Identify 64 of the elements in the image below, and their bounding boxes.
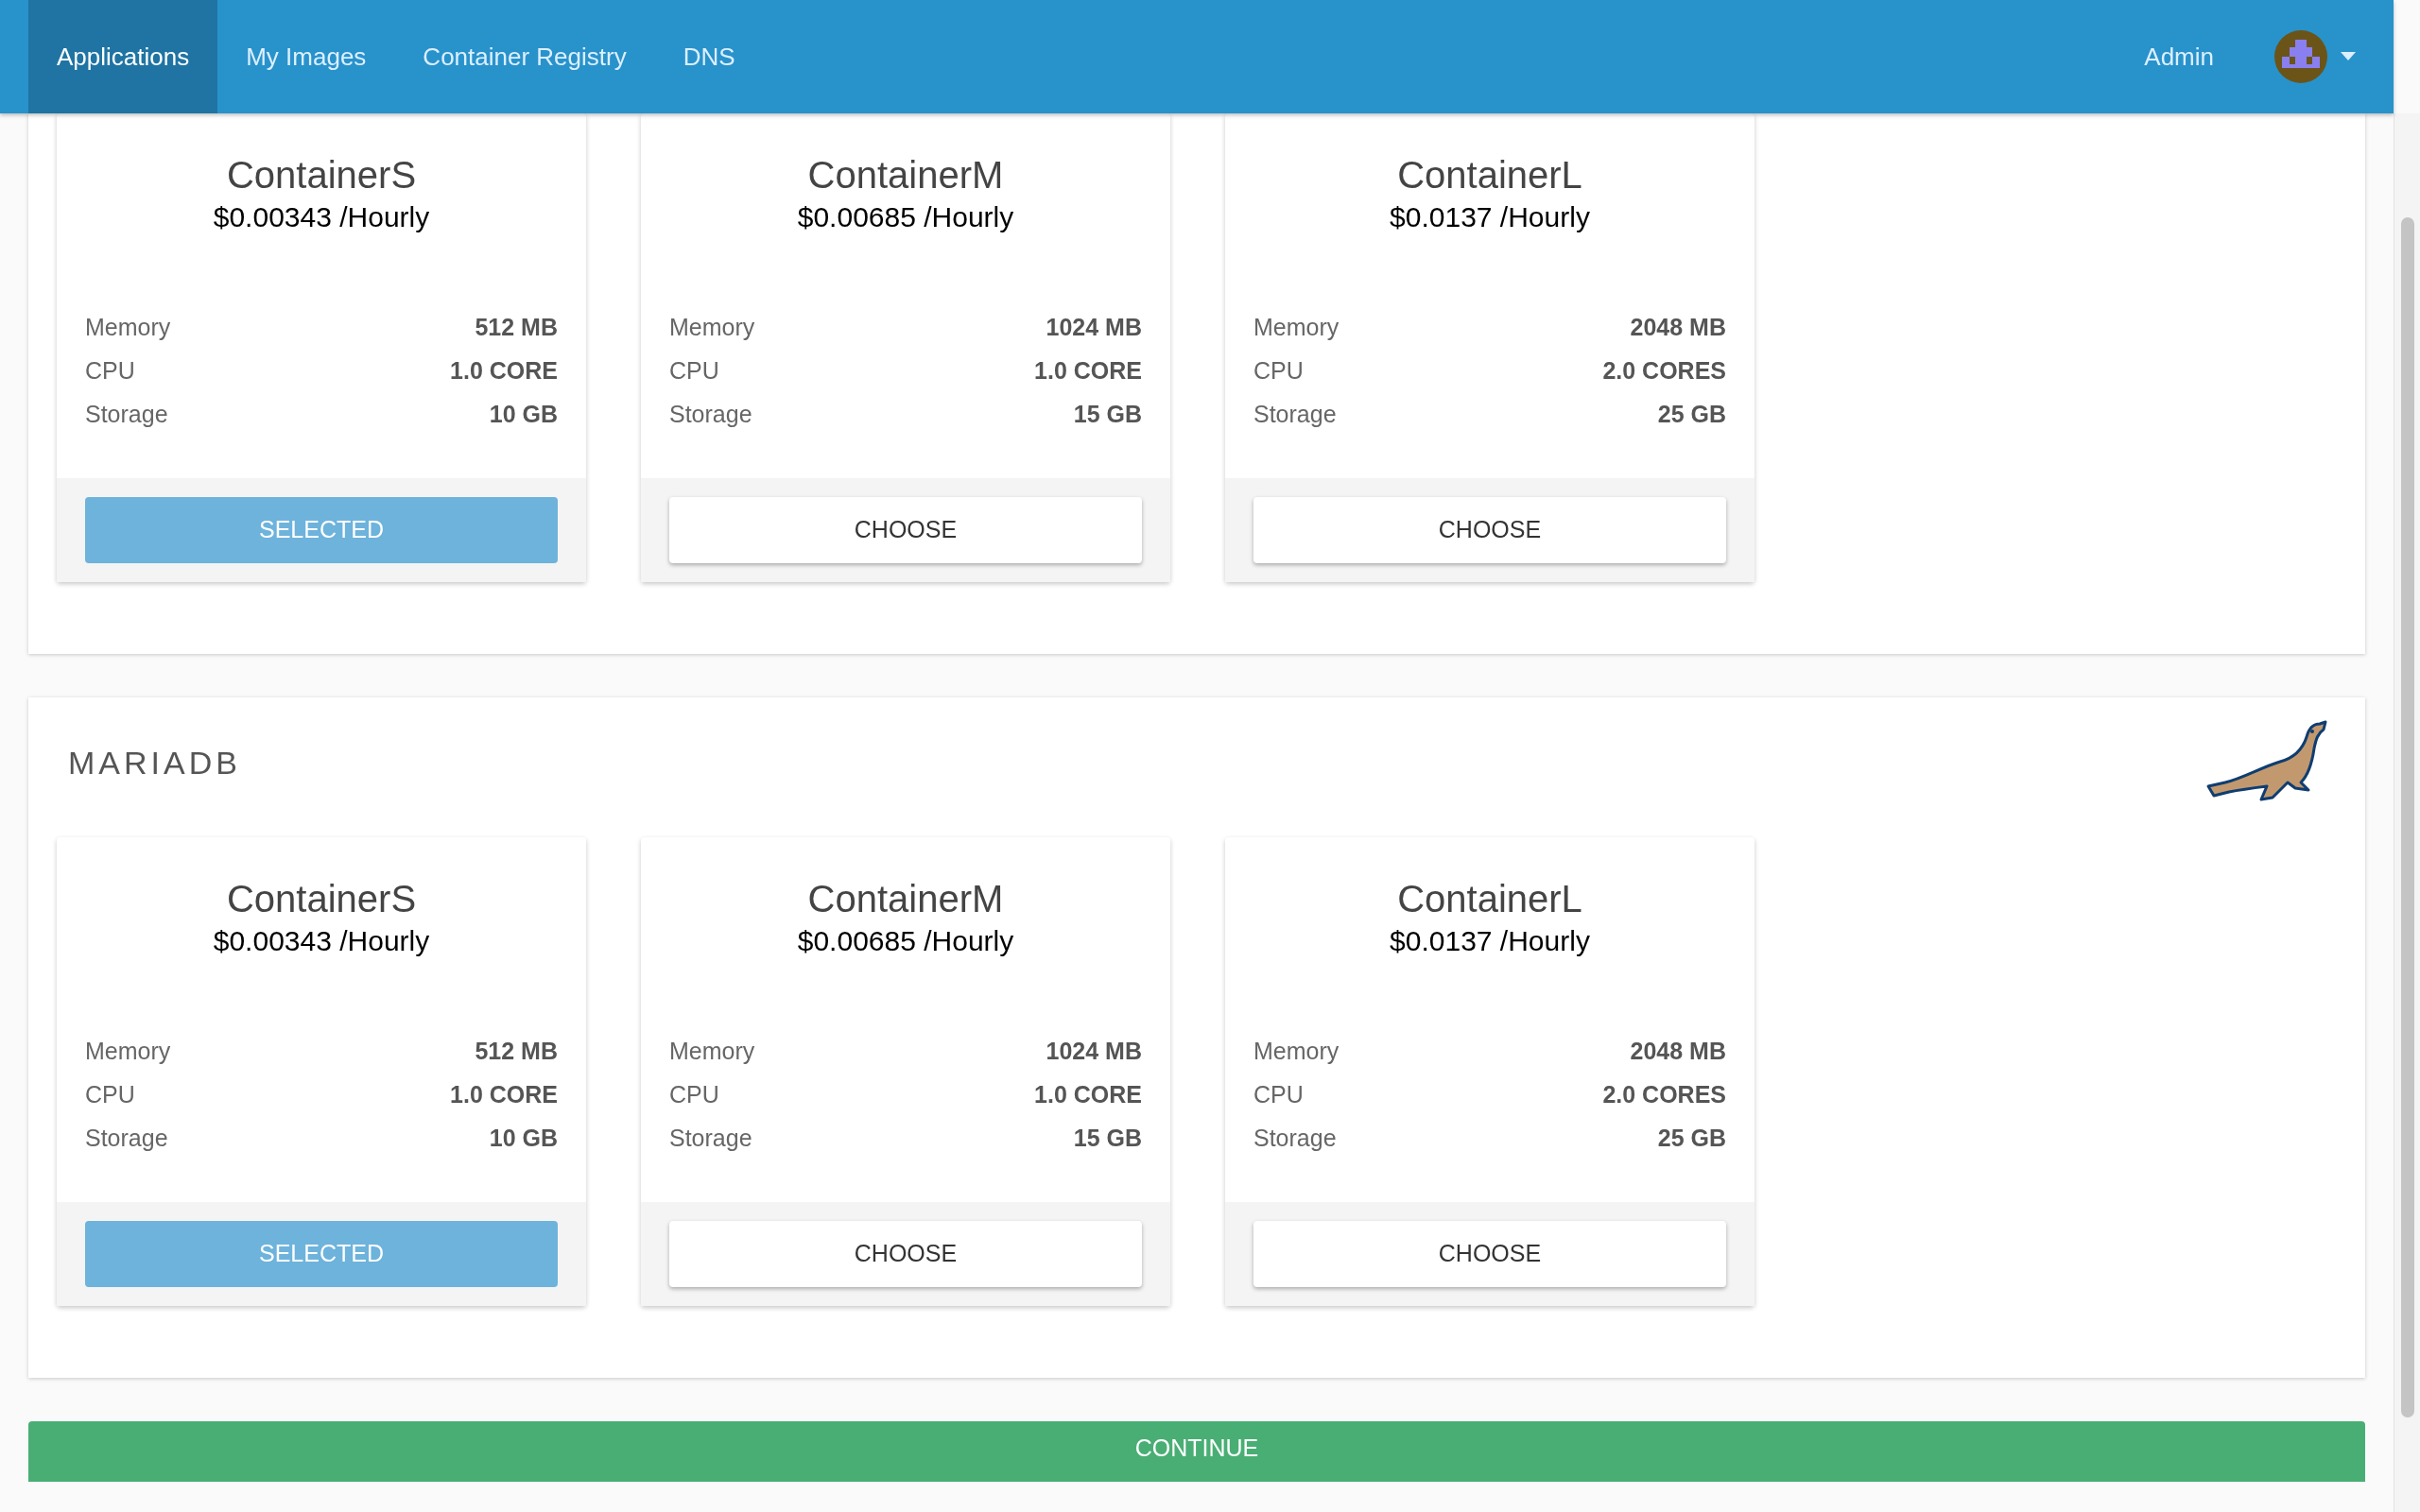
spec-value: 15 GB [1073,1124,1142,1153]
plan-name: ContainerM [807,877,1004,921]
nav-tab[interactable]: Applications [28,0,218,113]
spec-value: 1.0 CORE [1034,356,1142,386]
spec-label: Storage [669,400,752,429]
spec-value: 1.0 CORE [450,1080,558,1109]
plan-name: ContainerM [807,153,1004,198]
spec-label: Memory [85,1037,171,1066]
section-title: MARIADB [68,743,241,782]
spec-label: Memory [669,1037,755,1066]
spec-value: 1024 MB [1046,313,1142,342]
spec-value: 2048 MB [1630,1037,1726,1066]
selected-button[interactable]: SELECTED [85,1221,558,1287]
plan-name: ContainerS [226,153,417,198]
spec-label: Storage [85,1124,168,1153]
nav-tab[interactable]: My Images [217,0,395,113]
plan-name: ContainerL [1397,877,1582,921]
spec-label: Storage [1253,400,1337,429]
plan-price: $0.00685 /Hourly [797,200,1014,234]
spec-value: 25 GB [1657,1124,1726,1153]
caret-icon[interactable] [2341,52,2356,61]
choose-button[interactable]: CHOOSE [1253,1221,1726,1287]
choose-button[interactable]: CHOOSE [669,1221,1142,1287]
spec-value: 15 GB [1073,400,1142,429]
plan-price: $0.00343 /Hourly [213,200,430,234]
plan-name: ContainerL [1397,153,1582,198]
choose-button[interactable]: CHOOSE [669,497,1142,563]
spec-value: 1024 MB [1046,1037,1142,1066]
spec-value: 512 MB [475,1037,558,1066]
continue-button[interactable]: CONTINUE [28,1421,2365,1482]
plan-price: $0.0137 /Hourly [1390,200,1590,234]
spec-label: Memory [1253,1037,1340,1066]
spec-label: CPU [1253,1080,1304,1109]
spec-label: Storage [85,400,168,429]
spec-label: CPU [85,356,135,386]
spec-label: Memory [1253,313,1340,342]
spec-label: Storage [1253,1124,1337,1153]
spec-value: 1.0 CORE [1034,1080,1142,1109]
spec-value: 2.0 CORES [1602,1080,1726,1109]
spec-value: 1.0 CORE [450,356,558,386]
spec-value: 2048 MB [1630,313,1726,342]
plan-price: $0.00685 /Hourly [797,924,1014,958]
selected-button[interactable]: SELECTED [85,497,558,563]
plan-price: $0.00343 /Hourly [213,924,430,958]
avatar-icon[interactable] [2274,30,2327,83]
nav-tab[interactable]: DNS [654,0,764,113]
spec-value: 512 MB [475,313,558,342]
spec-label: Storage [669,1124,752,1153]
spec-value: 10 GB [489,1124,558,1153]
spec-label: CPU [85,1080,135,1109]
spec-value: 10 GB [489,400,558,429]
spec-label: CPU [1253,356,1304,386]
plan-name: ContainerS [226,877,417,921]
spec-label: Memory [669,313,755,342]
spec-label: CPU [669,356,719,386]
spec-label: CPU [669,1080,719,1109]
nav-tab[interactable]: Container Registry [394,0,655,113]
plan-price: $0.0137 /Hourly [1390,924,1590,958]
spec-value: 25 GB [1657,400,1726,429]
choose-button[interactable]: CHOOSE [1253,497,1726,563]
spec-label: Memory [85,313,171,342]
user-name[interactable]: Admin [2144,38,2214,76]
spec-value: 2.0 CORES [1602,356,1726,386]
scrollbar-thumb[interactable] [2400,217,2414,1418]
